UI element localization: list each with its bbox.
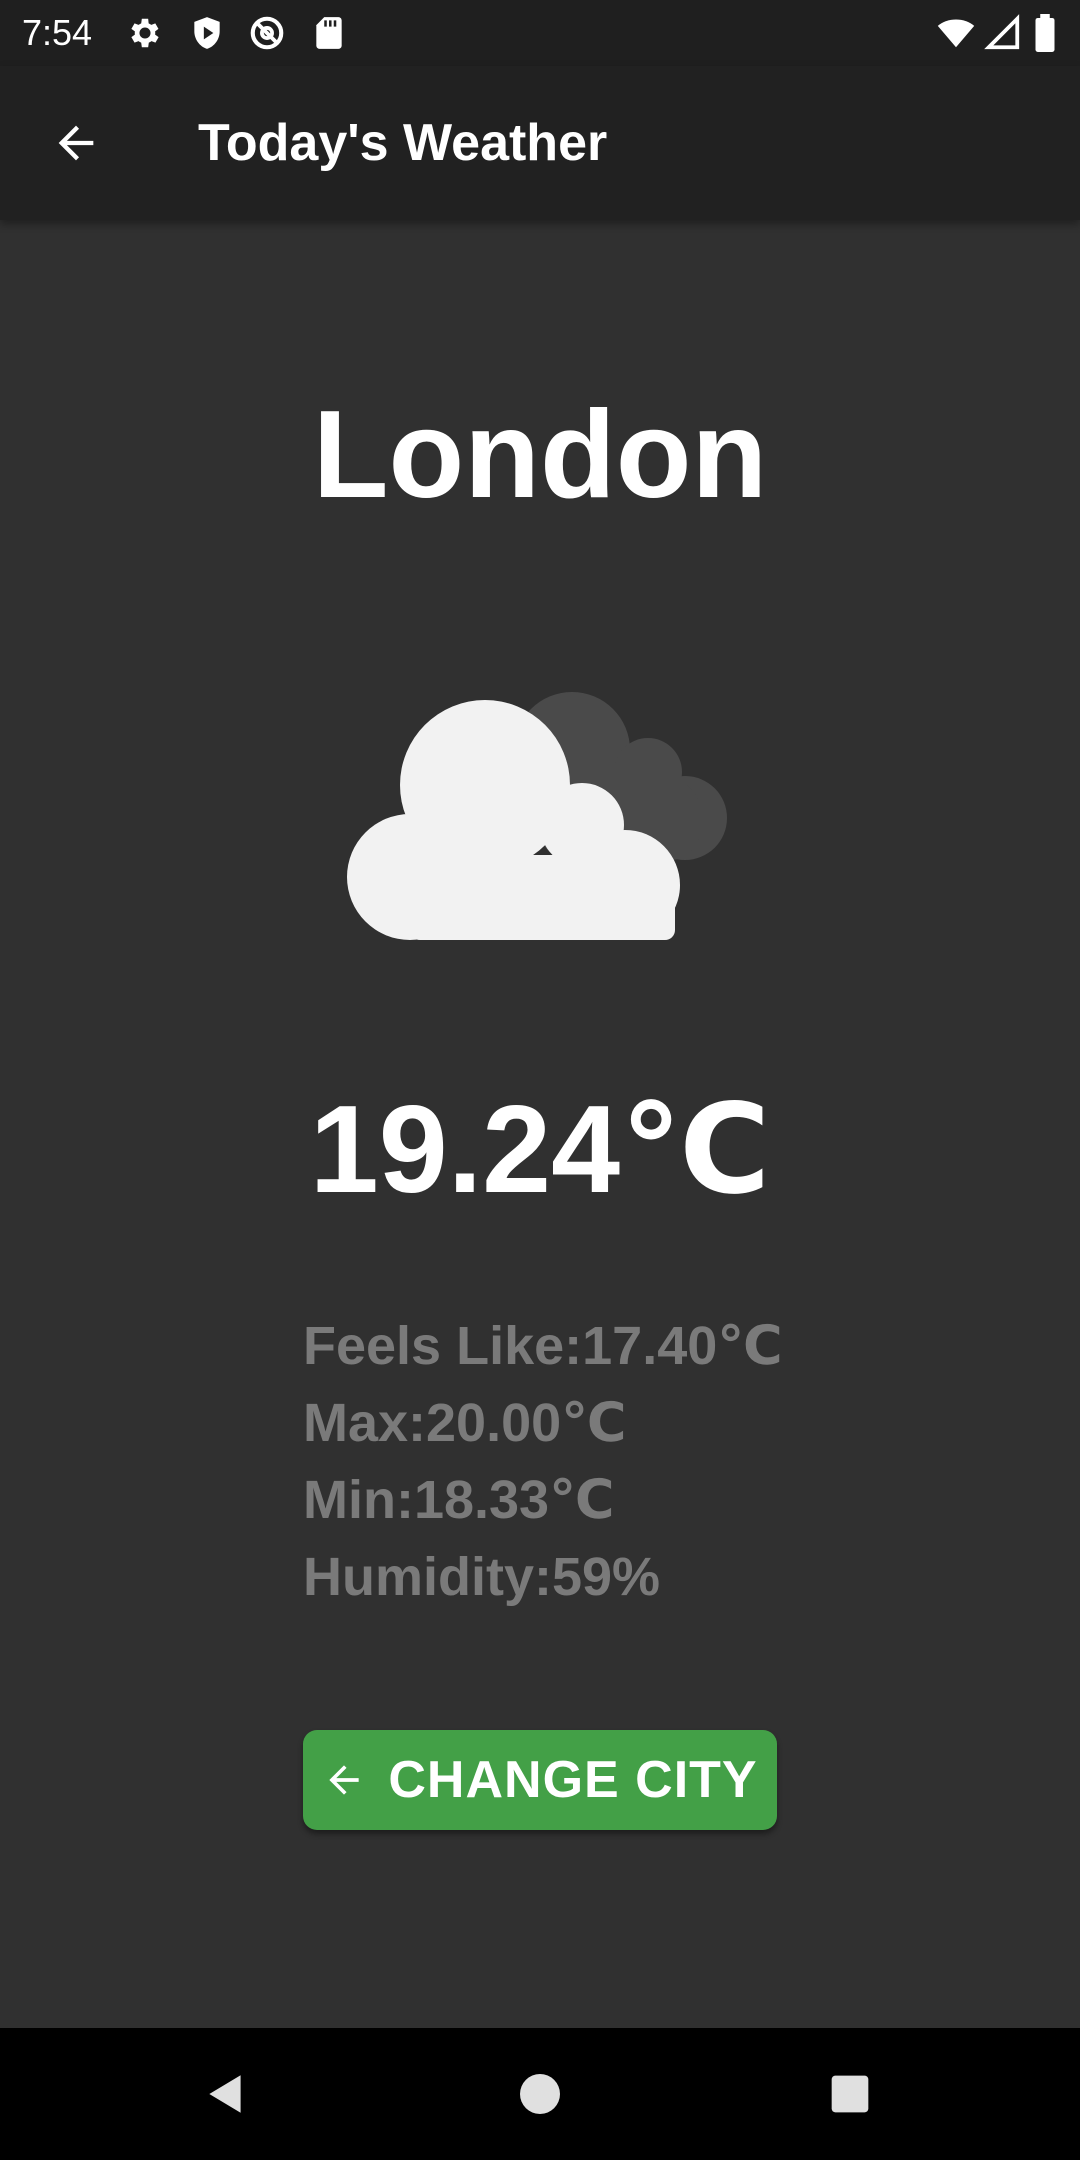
max-temperature: Max:20.00℃: [303, 1393, 627, 1453]
arrow-back-icon: [58, 125, 94, 161]
city-name: London: [312, 386, 768, 524]
nav-home-icon: [520, 2074, 560, 2114]
nav-back-button[interactable]: [190, 2058, 262, 2130]
weather-screen: 7:54 Today's Weather London 19.24℃ Feels…: [0, 0, 1080, 2160]
arrow-back-icon: [322, 1758, 366, 1802]
battery-icon: [1030, 14, 1060, 52]
wifi-icon: [934, 14, 978, 52]
temperature: 19.24℃: [309, 1081, 771, 1219]
app-bar: Today's Weather: [0, 66, 1080, 220]
change-city-button[interactable]: CHANGE CITY: [303, 1730, 777, 1830]
at-sync-icon: [248, 14, 286, 52]
feels-like: Feels Like:17.40℃: [303, 1316, 783, 1376]
navigation-bar: [0, 2028, 1080, 2160]
status-time: 7:54: [22, 12, 93, 53]
back-button[interactable]: [38, 109, 114, 177]
sd-card-icon: [310, 14, 348, 52]
broken-clouds-icon: [340, 670, 740, 950]
change-city-label: CHANGE CITY: [388, 1751, 758, 1809]
nav-home-button[interactable]: [504, 2058, 576, 2130]
page-title: Today's Weather: [198, 114, 608, 172]
humidity: Humidity:59%: [303, 1547, 661, 1607]
nav-back-icon: [209, 2075, 241, 2113]
nav-recents-icon: [831, 2075, 869, 2113]
shield-play-icon: [188, 14, 226, 52]
weather-details: Feels Like:17.40℃ Max:20.00℃ Min:18.33℃ …: [303, 1308, 903, 1616]
signal-icon: [984, 14, 1022, 52]
settings-icon: [126, 14, 164, 52]
nav-recents-button[interactable]: [814, 2058, 886, 2130]
min-temperature: Min:18.33℃: [303, 1470, 615, 1530]
status-bar: 7:54: [0, 0, 1080, 66]
